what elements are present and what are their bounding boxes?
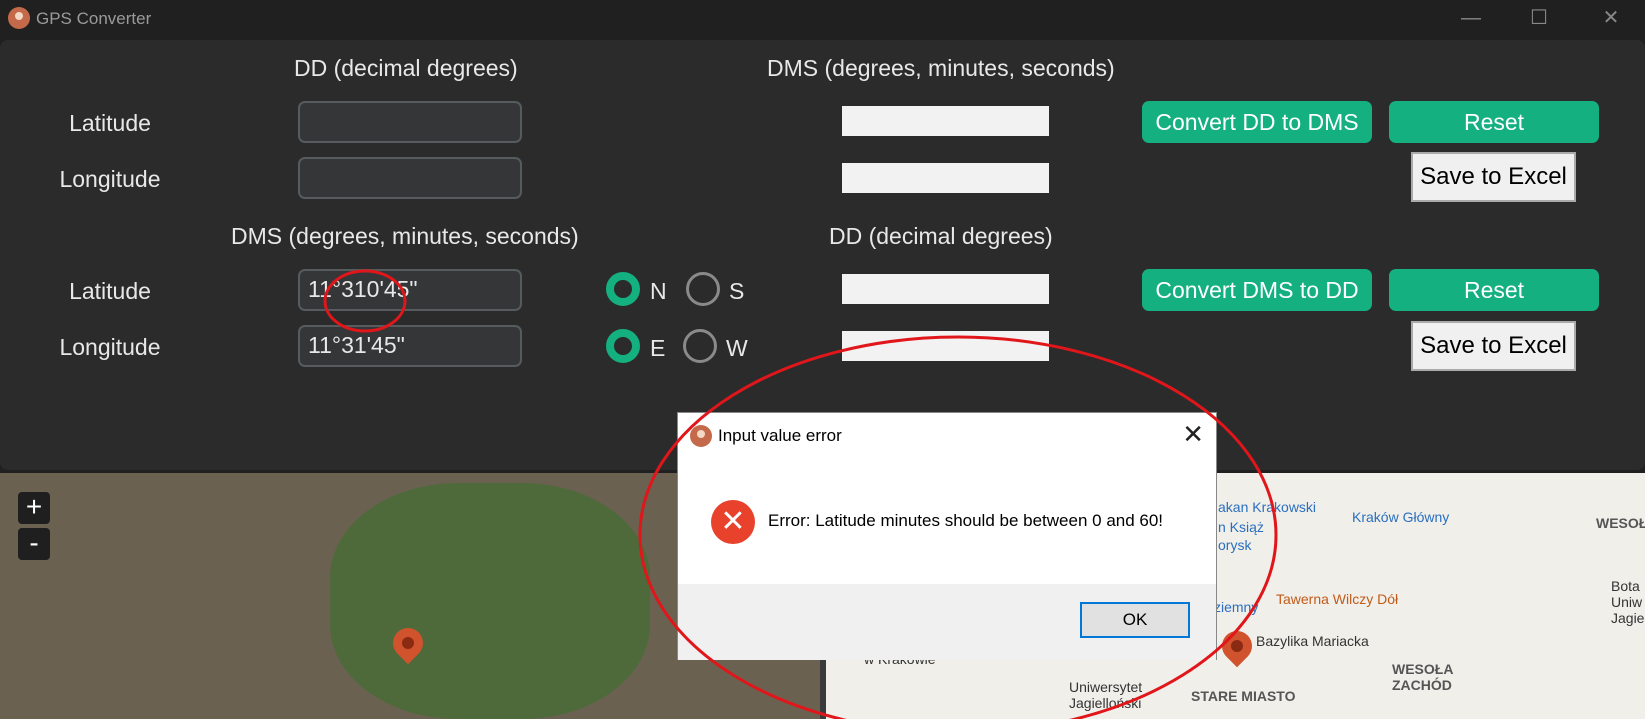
dd-latitude-input[interactable] — [298, 101, 522, 143]
dms-longitude-output — [842, 163, 1049, 193]
radio-north-label: N — [650, 278, 667, 304]
map-label-wesol: WESOŁ — [1596, 515, 1645, 531]
maximize-button[interactable]: ☐ — [1506, 0, 1572, 36]
convert-dd-to-dms-button[interactable]: Convert DD to DMS — [1142, 101, 1372, 143]
zoom-out-button[interactable]: - — [18, 528, 50, 560]
map-label-ksiaz: n Książ — [1218, 519, 1264, 535]
map-label-ziemny: ziemny — [1214, 599, 1259, 615]
map-label-orysk: orysk — [1218, 537, 1252, 553]
window-title: GPS Converter — [36, 9, 152, 28]
app-window: GPS Converter — ☐ ✕ DD (decimal degrees)… — [0, 0, 1645, 719]
dd-longitude-output — [842, 331, 1049, 361]
dms-latitude-label: Latitude — [69, 278, 151, 304]
dms-longitude-label: Longitude — [59, 334, 161, 360]
dms-latitude-output — [842, 106, 1049, 136]
convert-dms-to-dd-button[interactable]: Convert DMS to DD — [1142, 269, 1372, 311]
radio-east[interactable] — [606, 329, 640, 363]
dialog-title: Input value error — [718, 426, 842, 445]
map-label-wesola-1: WESOŁA — [1392, 661, 1454, 677]
map-label-krakow-glowny: Kraków Główny — [1352, 509, 1450, 525]
map-label-tawerna: Tawerna Wilczy Dół — [1276, 591, 1399, 607]
save-to-excel-dd-button[interactable]: Save to Excel — [1411, 152, 1576, 202]
radio-west[interactable] — [683, 329, 717, 363]
dd-latitude-label: Latitude — [69, 110, 151, 136]
radio-east-label: E — [650, 335, 666, 361]
dialog-close-icon[interactable]: ✕ — [1182, 419, 1204, 450]
map-label-uniw: Uniw — [1611, 594, 1643, 610]
dd-header: DD (decimal degrees) — [294, 55, 518, 81]
ok-button[interactable]: OK — [1080, 602, 1190, 638]
converter-panel: DD (decimal degrees) DMS (degrees, minut… — [0, 40, 1645, 470]
map-label-stare-miasto: STARE MIASTO — [1191, 688, 1296, 704]
dms-header: DMS (degrees, minutes, seconds) — [231, 223, 579, 249]
map-label-kakan: akan Krakowski — [1218, 499, 1317, 515]
save-to-excel-dms-button[interactable]: Save to Excel — [1411, 321, 1576, 371]
radio-south-label: S — [729, 278, 745, 304]
dms-longitude-input[interactable]: 11°31'45" — [298, 325, 522, 367]
map-label-jagiell: Jagiell — [1611, 610, 1645, 626]
map-label-uniwersytet-2: Jagielloński — [1069, 695, 1142, 711]
map-label-wesola-2: ZACHÓD — [1392, 677, 1452, 693]
radio-south[interactable] — [686, 272, 720, 306]
zoom-in-button[interactable]: + — [18, 492, 50, 524]
reset-dd-button[interactable]: Reset — [1389, 101, 1599, 143]
dms-latitude-input[interactable]: 11°310'45" — [298, 269, 522, 311]
map-label-bazylika: Bazylika Mariacka — [1256, 633, 1369, 649]
error-message: Error: Latitude minutes should be betwee… — [768, 511, 1164, 530]
reset-dms-button[interactable]: Reset — [1389, 269, 1599, 311]
radio-north[interactable] — [606, 272, 640, 306]
error-icon: ✕ — [711, 500, 755, 544]
app-location-pin-icon — [8, 7, 30, 29]
error-dialog: Input value error ✕ ✕ Error: Latitude mi… — [677, 412, 1217, 660]
dd-latitude-output — [842, 274, 1049, 304]
map-label-bota: Bota — [1611, 578, 1640, 594]
dms-result-header: DMS (degrees, minutes, seconds) — [767, 55, 1115, 81]
dd-longitude-label: Longitude — [59, 166, 161, 192]
dd-longitude-input[interactable] — [298, 157, 522, 199]
minimize-button[interactable]: — — [1438, 0, 1504, 36]
title-bar: GPS Converter — ☐ ✕ — [0, 0, 1645, 36]
map-label-uniwersytet-1: Uniwersytet — [1069, 679, 1143, 695]
dialog-app-icon — [690, 425, 712, 447]
close-window-button[interactable]: ✕ — [1578, 0, 1644, 36]
map-marker-pin-icon[interactable] — [1215, 624, 1259, 668]
radio-west-label: W — [726, 335, 748, 361]
map-park-area — [330, 483, 650, 719]
dd-result-header: DD (decimal degrees) — [829, 223, 1053, 249]
